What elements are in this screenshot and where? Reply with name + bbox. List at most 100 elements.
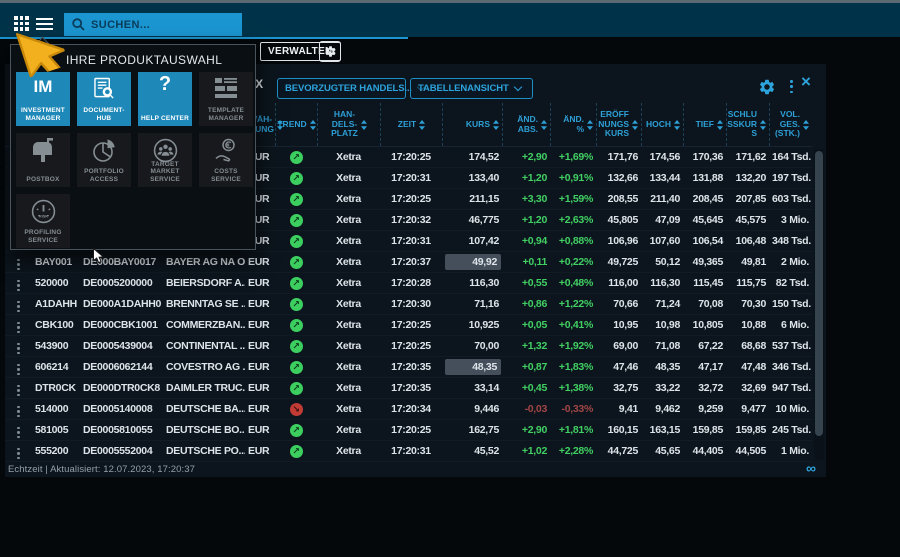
trend-down-icon: ↘	[290, 403, 303, 416]
table-row[interactable]: 514000DE0005140008DEUTSCHE BA...EUR↘Xetr…	[5, 399, 812, 420]
vertical-scrollbar[interactable]	[814, 149, 824, 460]
row-menu-button[interactable]	[13, 278, 23, 293]
tile-help-center[interactable]: ? HELP CENTER	[138, 72, 192, 126]
table-row[interactable]: 520000DE0005200000BEIERSDORF A...EUR↗Xet…	[5, 273, 812, 294]
isin-cell: DE0005200000	[80, 277, 163, 289]
price-cell: 49,92	[442, 254, 502, 270]
low-cell: 115,45	[683, 277, 726, 289]
isin-cell: DE0005140008	[80, 403, 163, 415]
panel-close-button[interactable]: ×	[801, 72, 811, 92]
high-cell: 133,44	[641, 172, 683, 184]
panel-settings-button[interactable]	[758, 78, 776, 96]
row-menu-button[interactable]	[13, 299, 23, 314]
price-cell: 46,775	[442, 214, 502, 226]
wkn-cell: DTR0CK	[32, 382, 80, 394]
column-header[interactable]: HAN- DELS- PLATZ	[317, 103, 380, 146]
column-header[interactable]: HOCH	[641, 103, 683, 146]
open-cell: 49,725	[596, 256, 641, 268]
tile-portfolio-access[interactable]: PORTFOLIO ACCESS	[77, 133, 131, 187]
isin-cell: DE000A1DAHH0	[80, 298, 163, 310]
column-header[interactable]: ERÖFF NUNGS KURS	[596, 103, 641, 146]
trend-up-icon: ↗	[290, 361, 303, 374]
currency-cell: EUR	[245, 340, 275, 352]
open-cell: 160,15	[596, 424, 641, 436]
tile-postbox[interactable]: POSTBOX	[16, 133, 70, 187]
tile-document-hub[interactable]: DOCUMENT- HUB	[77, 72, 131, 126]
main-menu-button[interactable]	[36, 18, 53, 30]
column-header-label: ERÖFF NUNGS KURS	[598, 110, 629, 139]
cell: ↗	[275, 214, 317, 227]
tile-investment-manager[interactable]: IM INVESTMENT MANAGER	[16, 72, 70, 126]
currency-cell: EUR	[245, 277, 275, 289]
row-menu-button[interactable]	[13, 320, 23, 335]
row-menu-button[interactable]	[13, 446, 23, 461]
price-cell: 33,14	[442, 382, 502, 394]
column-header[interactable]: VOL. GES. (STK.)	[769, 103, 812, 146]
table-view-dropdown[interactable]: TABELLENANSICHT	[410, 78, 533, 99]
volume-cell: 10 Mio.	[769, 403, 812, 415]
table-row[interactable]: 606214DE0006062144COVESTRO AG ...EUR↗Xet…	[5, 357, 812, 378]
tile-template-manager[interactable]: TEMPLATE MANAGER	[199, 72, 253, 126]
trend-up-icon: ↗	[290, 298, 303, 311]
change_pct-cell: +0,91%	[550, 172, 596, 184]
apps-grid-button[interactable]	[14, 16, 29, 31]
menu-title: IHRE PRODUKTAUSWAHL	[66, 53, 222, 67]
time-cell: 17:20:37	[380, 256, 442, 268]
table-row[interactable]: 581005DE0005810055DEUTSCHE BO...EUR↗Xetr…	[5, 420, 812, 441]
price-value: 116,30	[469, 277, 499, 289]
close-cell: 68,68	[726, 340, 769, 352]
table-row[interactable]: CBK100DE000CBK1001COMMERZBAN...EUR↗Xetra…	[5, 315, 812, 336]
column-header[interactable]: KURS	[442, 103, 502, 146]
column-header[interactable]: SCHLU SSKUR S	[726, 103, 769, 146]
column-header[interactable]: TIEF	[683, 103, 726, 146]
row-menu-button[interactable]	[13, 425, 23, 440]
row-menu-button[interactable]	[13, 362, 23, 377]
row-menu-button[interactable]	[13, 341, 23, 356]
row-menu-button[interactable]	[13, 383, 23, 398]
link-channel-icon[interactable]: ∞	[806, 461, 816, 475]
row-menu-button[interactable]	[13, 404, 23, 419]
close-cell: 132,20	[726, 172, 769, 184]
table-row[interactable]: 555200DE0005552004DEUTSCHE PO...EUR↗Xetr…	[5, 441, 812, 462]
wkn-cell: 520000	[32, 277, 80, 289]
column-header[interactable]: TREND	[275, 103, 317, 146]
workspace-settings-button[interactable]	[319, 41, 341, 62]
isin-cell: DE000CBK1001	[80, 319, 163, 331]
close-cell: 10,88	[726, 319, 769, 331]
table-row[interactable]: DTR0CKDE000DTR0CK8DAIMLER TRUC...EUR↗Xet…	[5, 378, 812, 399]
high-cell: 163,15	[641, 424, 683, 436]
wkn-cell: 606214	[32, 361, 80, 373]
price-cell: 71,16	[442, 298, 502, 310]
document-search-icon	[94, 77, 115, 101]
time-cell: 17:20:25	[380, 193, 442, 205]
currency-cell: EUR	[245, 319, 275, 331]
column-header[interactable]: ÄND. ABS.	[502, 103, 550, 146]
trend-up-icon: ↗	[290, 382, 303, 395]
low-cell: 131,88	[683, 172, 726, 184]
scrollbar-thumb[interactable]	[815, 151, 823, 436]
table-row[interactable]: BAY001DE000BAY0017BAYER AG NA O...EUR↗Xe…	[5, 252, 812, 273]
price-value: 9,446	[474, 403, 499, 415]
panel-more-button[interactable]	[787, 79, 796, 94]
preferred-venue-dropdown[interactable]: BEVORZUGTER HANDELS...	[277, 78, 406, 99]
change_abs-cell: +1,20	[502, 214, 550, 226]
table-row[interactable]: A1DAHHDE000A1DAHH0BRENNTAG SE ...EUR↗Xet…	[5, 294, 812, 315]
trend-up-icon: ↗	[290, 235, 303, 248]
isin-cell: DE0005439004	[80, 340, 163, 352]
table-row[interactable]: 543900DE0005439004CONTINENTAL ...EUR↗Xet…	[5, 336, 812, 357]
tile-costs-service[interactable]: COSTS SERVICE	[199, 133, 253, 187]
venue-cell: Xetra	[317, 340, 380, 352]
venue-cell: Xetra	[317, 256, 380, 268]
search-input[interactable]: SUCHEN...	[64, 13, 242, 36]
tile-profiling-service[interactable]: RISK PROFILING SERVICE	[16, 194, 70, 248]
cell: ↗	[275, 235, 317, 248]
name-cell: DEUTSCHE PO...	[163, 445, 245, 457]
row-menu-button[interactable]	[13, 257, 23, 272]
column-header[interactable]: ZEIT	[380, 103, 442, 146]
currency-cell: EUR	[245, 403, 275, 415]
tile-target-market-service[interactable]: TARGET MARKET SERVICE	[138, 133, 192, 187]
column-header[interactable]: ÄND. %	[550, 103, 596, 146]
column-header-label: ÄND. ABS.	[517, 115, 538, 134]
open-cell: 70,66	[596, 298, 641, 310]
svg-text:RISK: RISK	[39, 214, 48, 218]
